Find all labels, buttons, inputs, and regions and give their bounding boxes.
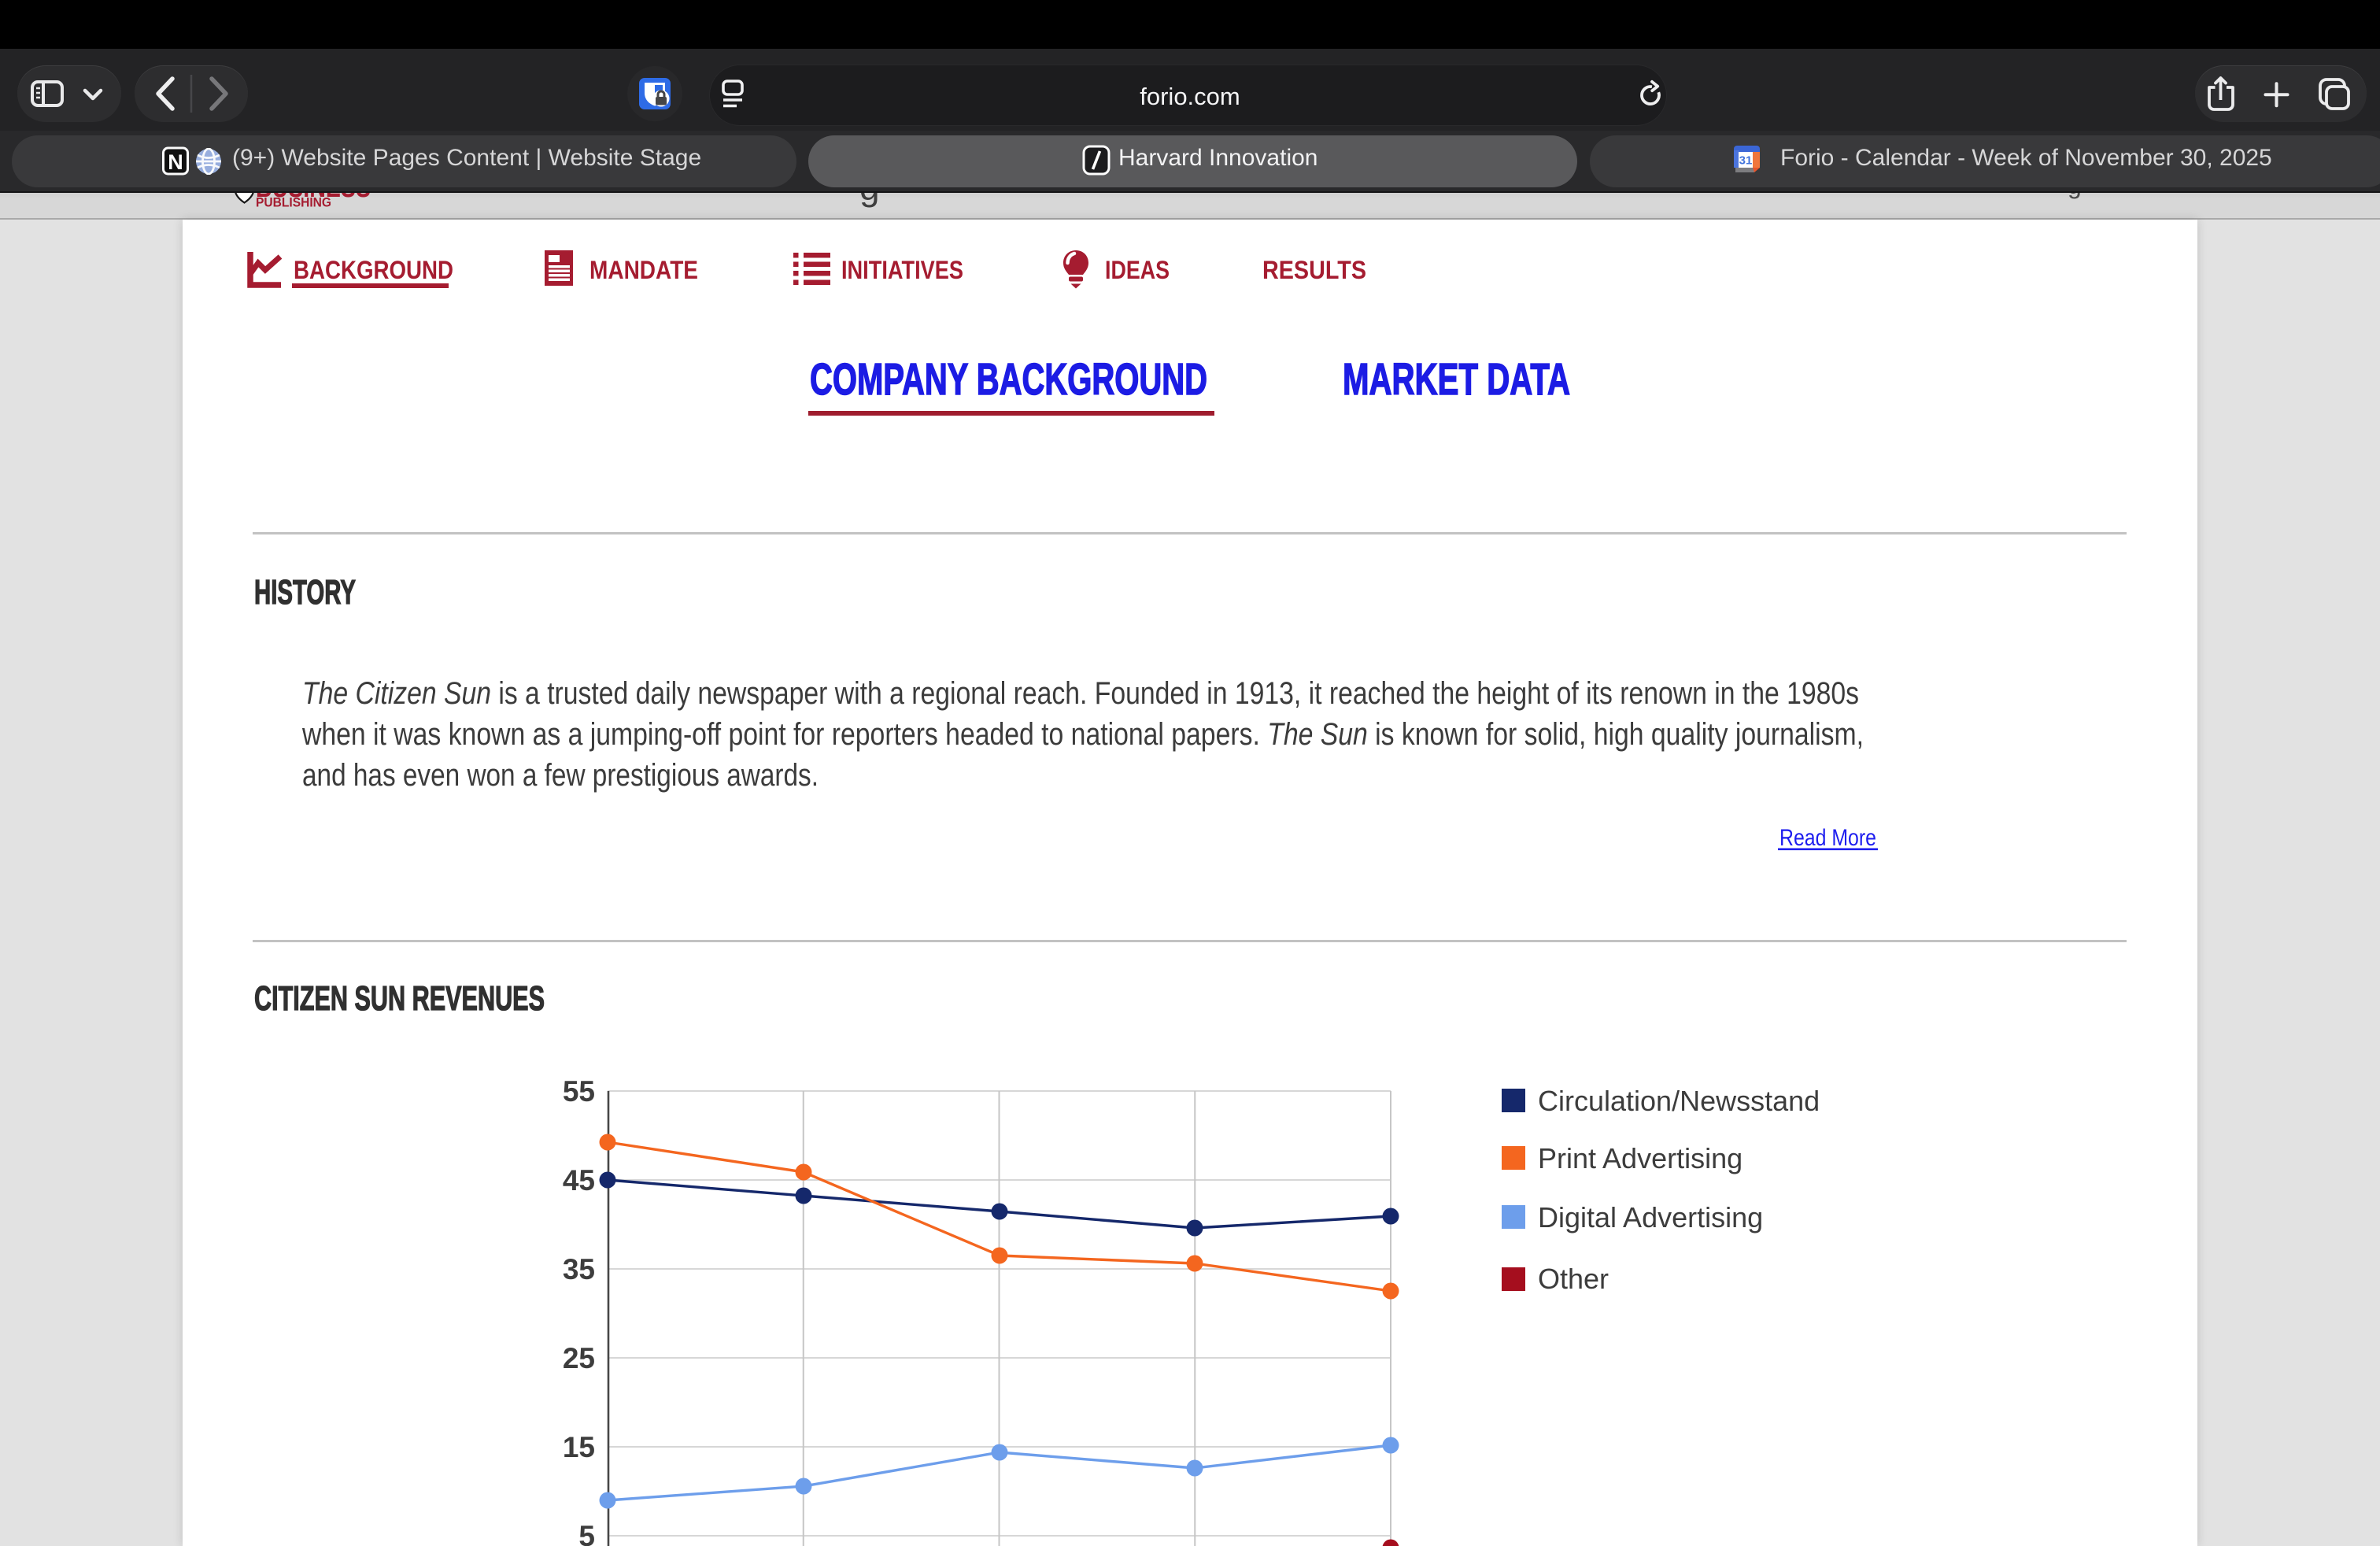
svg-text:Digital Advertising: Digital Advertising bbox=[1538, 1201, 1763, 1233]
svg-text:PUBLISHING: PUBLISHING bbox=[256, 196, 331, 210]
svg-text:HISTORY: HISTORY bbox=[254, 573, 356, 612]
svg-text:31: 31 bbox=[1739, 154, 1753, 168]
svg-text:Read More: Read More bbox=[1779, 825, 1876, 851]
svg-text:INITIATIVES: INITIATIVES bbox=[841, 256, 963, 284]
svg-text:Print Advertising: Print Advertising bbox=[1538, 1142, 1743, 1174]
svg-text:CITIZEN SUN REVENUES: CITIZEN SUN REVENUES bbox=[254, 979, 545, 1018]
svg-text:Other: Other bbox=[1538, 1263, 1609, 1295]
svg-text:RESULTS: RESULTS bbox=[1262, 256, 1366, 284]
svg-text:MANDATE: MANDATE bbox=[589, 256, 698, 284]
svg-text:55: 55 bbox=[563, 1075, 595, 1108]
svg-text:5: 5 bbox=[578, 1520, 595, 1546]
svg-text:g: g bbox=[859, 193, 880, 208]
svg-text:BACKGROUND: BACKGROUND bbox=[294, 256, 453, 284]
svg-text:15: 15 bbox=[563, 1431, 595, 1463]
svg-text:Circulation/Newsstand: Circulation/Newsstand bbox=[1538, 1085, 1820, 1117]
svg-text:N: N bbox=[168, 150, 183, 174]
svg-text:MARKET DATA: MARKET DATA bbox=[1343, 354, 1570, 405]
svg-text:45: 45 bbox=[563, 1164, 595, 1196]
svg-text:IDEAS: IDEAS bbox=[1105, 256, 1170, 284]
svg-text:25: 25 bbox=[563, 1342, 595, 1374]
svg-text:g: g bbox=[2068, 193, 2082, 199]
svg-text:COMPANY BACKGROUND: COMPANY BACKGROUND bbox=[810, 354, 1207, 405]
svg-text:35: 35 bbox=[563, 1253, 595, 1285]
